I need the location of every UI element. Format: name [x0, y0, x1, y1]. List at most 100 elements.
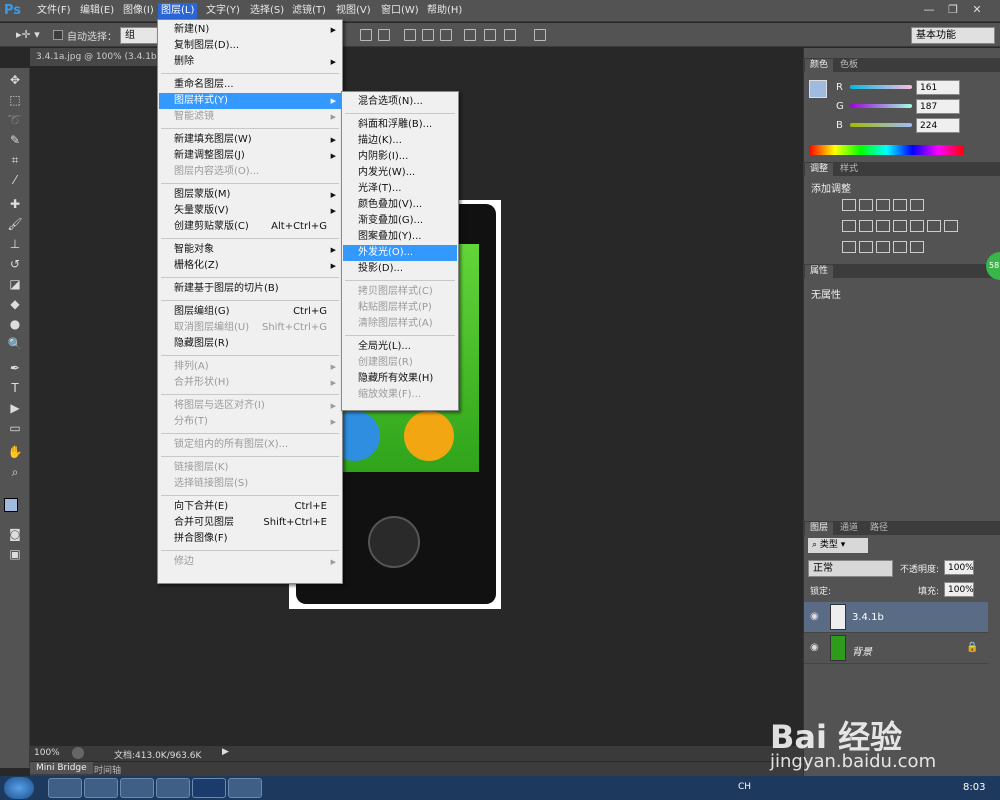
adjustment-icon[interactable]	[893, 199, 907, 211]
taskbar-explorer-icon[interactable]	[84, 778, 118, 798]
fill-field[interactable]: 100%	[944, 582, 974, 597]
menu-item[interactable]: 新建填充图层(W) ▶	[159, 132, 341, 148]
menu-item[interactable]: 光泽(T)...	[343, 181, 457, 197]
tab-adjustments[interactable]: 调整	[805, 163, 834, 176]
channel-value[interactable]: 187	[916, 99, 960, 114]
tab-color[interactable]: 颜色	[805, 59, 834, 72]
menu-item[interactable]: 投影(D)...	[343, 261, 457, 277]
blend-mode-dropdown[interactable]: 正常	[808, 560, 893, 577]
taskbar-media-icon[interactable]	[120, 778, 154, 798]
adjustment-icon[interactable]	[910, 241, 924, 253]
menu-item[interactable]: 删除 ▶	[159, 54, 341, 70]
auto-select-dropdown[interactable]: 组	[120, 27, 158, 44]
menu-item[interactable]: 合并可见图层 Shift+Ctrl+E	[159, 515, 341, 531]
adjustment-icon[interactable]	[842, 199, 856, 211]
menu-item[interactable]: 渐变叠加(G)...	[343, 213, 457, 229]
zoom-level[interactable]: 100%	[34, 748, 60, 758]
distribute-right-icon[interactable]	[504, 29, 516, 41]
visibility-eye-icon[interactable]: ◉	[810, 611, 819, 622]
taskbar-app2-icon[interactable]	[228, 778, 262, 798]
align-top-icon[interactable]	[360, 29, 372, 41]
channel-value[interactable]: 224	[916, 118, 960, 133]
menu-item[interactable]: 描边(K)...	[343, 133, 457, 149]
path-select-tool-icon[interactable]: ▶	[6, 400, 24, 417]
layer-filter-kind[interactable]: ⌕ 类型 ▾	[808, 538, 868, 553]
menu-item[interactable]: 斜面和浮雕(B)...	[343, 117, 457, 133]
type-tool-icon[interactable]: T	[6, 380, 24, 397]
adjustment-icon[interactable]	[859, 241, 873, 253]
menu-3[interactable]: 图层(L)	[158, 3, 198, 19]
start-button[interactable]	[4, 777, 34, 799]
distribute-top-icon[interactable]	[404, 29, 416, 41]
menu-6[interactable]: 滤镜(T)	[289, 3, 329, 19]
menu-item[interactable]: 新建调整图层(J) ▶	[159, 148, 341, 164]
color-spectrum-bar[interactable]	[809, 145, 964, 155]
menu-item[interactable]: 智能对象 ▶	[159, 242, 341, 258]
adjustment-icon[interactable]	[842, 220, 856, 232]
menu-item[interactable]: 复制图层(D)...	[159, 38, 341, 54]
channel-slider[interactable]	[850, 104, 912, 108]
tab-channels[interactable]: 通道	[835, 522, 863, 535]
auto-select-checkbox[interactable]	[53, 30, 63, 40]
lasso-tool-icon[interactable]: ➰	[6, 112, 24, 129]
menu-8[interactable]: 窗口(W)	[378, 3, 422, 19]
pen-tool-icon[interactable]: ✒	[6, 360, 24, 377]
healing-brush-tool-icon[interactable]: ✚	[6, 196, 24, 213]
menu-5[interactable]: 选择(S)	[247, 3, 287, 19]
channel-slider[interactable]	[850, 85, 912, 89]
menu-item[interactable]: 内发光(W)...	[343, 165, 457, 181]
menu-item[interactable]: 新建基于图层的切片(B)	[159, 281, 341, 297]
adjustment-icon[interactable]	[910, 220, 924, 232]
tab-paths[interactable]: 路径	[865, 522, 893, 535]
menu-item[interactable]: 创建剪贴蒙版(C) Alt+Ctrl+G	[159, 219, 341, 235]
distribute-hcenter-icon[interactable]	[484, 29, 496, 41]
zoom-tool-icon[interactable]: ⌕	[6, 464, 24, 481]
color-fg-swatch[interactable]	[809, 80, 827, 98]
menu-item[interactable]: 外发光(O)...	[343, 245, 457, 261]
eraser-tool-icon[interactable]: ◪	[6, 276, 24, 293]
menu-7[interactable]: 视图(V)	[333, 3, 374, 19]
adjustment-icon[interactable]	[876, 220, 890, 232]
tab-layers[interactable]: 图层	[805, 522, 834, 535]
eyedropper-tool-icon[interactable]: ⁄	[6, 172, 24, 189]
clone-stamp-tool-icon[interactable]: ⊥	[6, 236, 24, 253]
menu-item[interactable]: 新建(N) ▶	[159, 22, 341, 38]
close-button[interactable]: ✕	[966, 1, 988, 18]
tab-mini-bridge[interactable]: Mini Bridge	[30, 762, 93, 774]
menu-item[interactable]: 内阴影(I)...	[343, 149, 457, 165]
clock[interactable]: 8:03	[963, 782, 985, 793]
adjustment-icon[interactable]	[910, 199, 924, 211]
input-language[interactable]: CH	[738, 782, 751, 792]
layer-name[interactable]: 3.4.1b	[852, 612, 884, 623]
layer-row[interactable]: ◉ 背景 🔒	[804, 633, 988, 664]
tab-properties[interactable]: 属性	[805, 265, 834, 278]
menu-item[interactable]: 矢量蒙版(V) ▶	[159, 203, 341, 219]
menu-item[interactable]: 隐藏所有效果(H)	[343, 371, 457, 387]
visibility-eye-icon[interactable]: ◉	[810, 642, 819, 653]
menu-item[interactable]: 重命名图层...	[159, 77, 341, 93]
channel-value[interactable]: 161	[916, 80, 960, 95]
menu-item[interactable]: 栅格化(Z) ▶	[159, 258, 341, 274]
paint-bucket-tool-icon[interactable]: ◆	[6, 296, 24, 313]
adjustment-icon[interactable]	[927, 220, 941, 232]
distribute-vcenter-icon[interactable]	[422, 29, 434, 41]
channel-slider[interactable]	[850, 123, 912, 127]
blur-tool-icon[interactable]: ●	[6, 316, 24, 333]
adjustment-icon[interactable]	[893, 241, 907, 253]
menu-item[interactable]: 拼合图像(F)	[159, 531, 341, 547]
menu-item[interactable]: 全局光(L)...	[343, 339, 457, 355]
align-vcenter-icon[interactable]	[378, 29, 390, 41]
adjustment-icon[interactable]	[893, 220, 907, 232]
tab-timeline[interactable]: 时间轴	[94, 763, 121, 776]
adjustment-icon[interactable]	[842, 241, 856, 253]
taskbar-photoshop-icon[interactable]	[192, 778, 226, 798]
layer-name[interactable]: 背景	[852, 643, 872, 658]
adjustment-icon[interactable]	[876, 199, 890, 211]
hand-tool-icon[interactable]: ✋	[6, 444, 24, 461]
status-arrow-icon[interactable]: ▶	[222, 747, 229, 757]
distribute-left-icon[interactable]	[464, 29, 476, 41]
tab-swatches[interactable]: 色板	[835, 59, 863, 72]
quick-mask-icon[interactable]: ◙	[6, 526, 24, 543]
menu-0[interactable]: 文件(F)	[34, 3, 74, 19]
menu-item[interactable]: 隐藏图层(R)	[159, 336, 341, 352]
